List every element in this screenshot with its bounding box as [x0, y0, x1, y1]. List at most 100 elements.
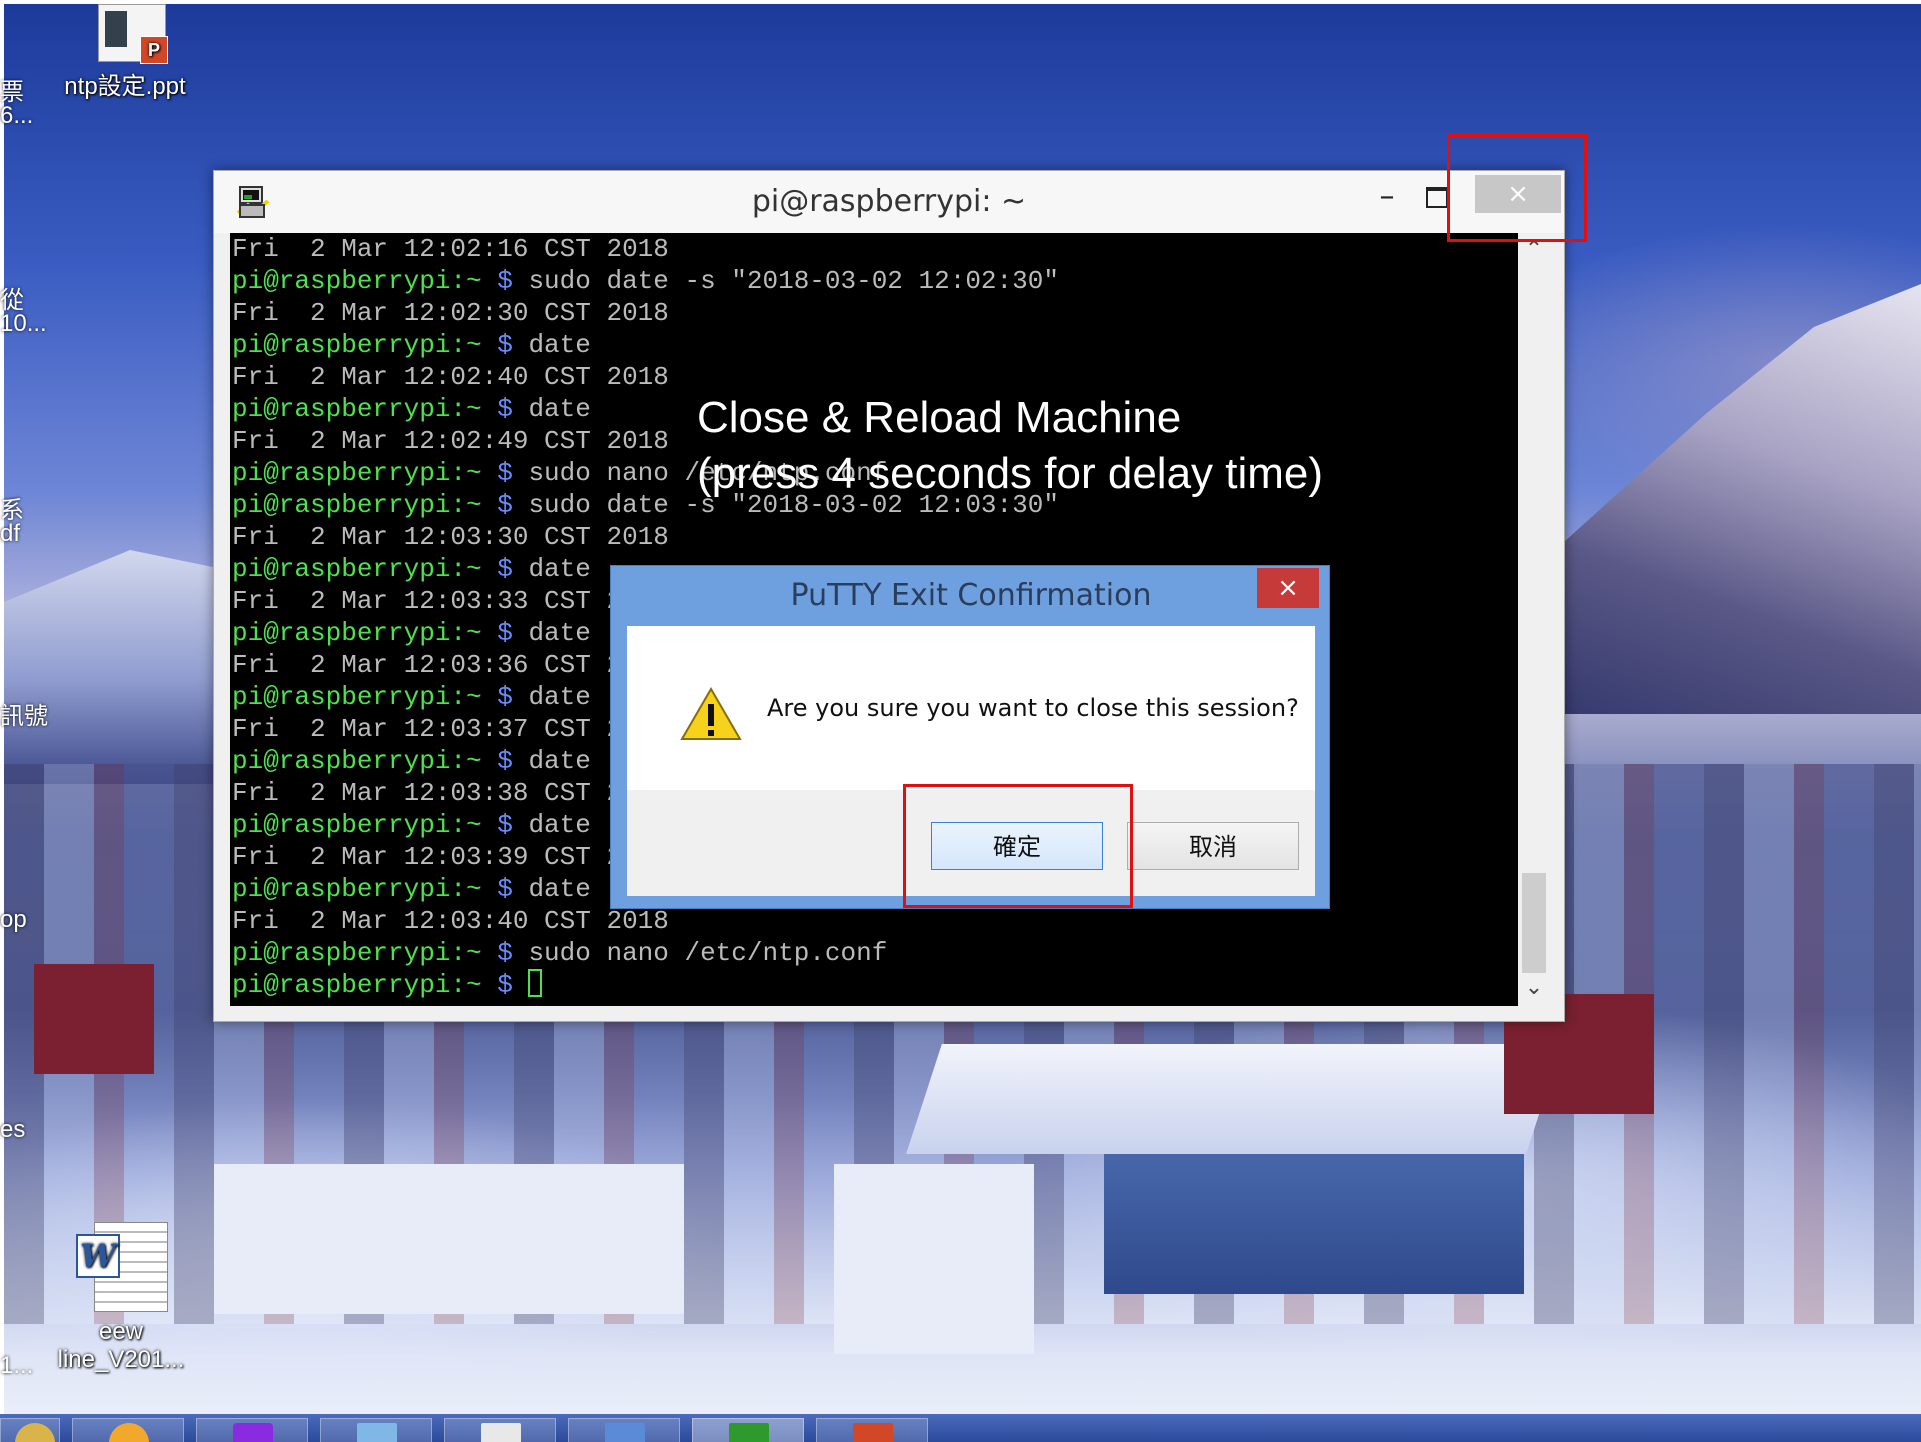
prompt-symbol: $ — [481, 874, 529, 904]
terminal-scrollbar[interactable]: ⌃ ⌄ — [1519, 233, 1549, 1006]
terminal-output-text: Fri 2 Mar 12:03:33 CST 2018 — [232, 586, 669, 616]
warning-icon — [680, 687, 742, 740]
dialog-close-button[interactable]: × — [1257, 568, 1319, 608]
window-title: pi@raspberrypi: ~ — [751, 184, 1027, 219]
shell-command: date — [528, 810, 591, 840]
taskbar-item-powerpoint[interactable] — [816, 1418, 928, 1442]
tutorial-annotation: Close & Reload Machine (press 4 seconds … — [697, 390, 1323, 502]
terminal-cursor — [528, 969, 543, 997]
shell-command: date — [528, 330, 591, 360]
terminal-output-text: Fri 2 Mar 12:03:39 CST 2018 — [232, 842, 669, 872]
taskbar — [0, 1414, 1921, 1442]
app-icon — [357, 1423, 397, 1442]
prompt-symbol: $ — [481, 490, 529, 520]
taskbar-item-app[interactable] — [72, 1418, 184, 1442]
shell-prompt: pi@raspberrypi:~ — [232, 394, 482, 424]
app-icon — [605, 1423, 645, 1442]
shell-prompt: pi@raspberrypi:~ — [232, 266, 482, 296]
taskbar-item-app[interactable] — [196, 1418, 308, 1442]
putty-titlebar[interactable]: pi@raspberrypi: ~ – × — [214, 171, 1564, 233]
shell-prompt: pi@raspberrypi:~ — [232, 330, 482, 360]
word-file-icon: W — [76, 1222, 168, 1312]
shell-prompt: pi@raspberrypi:~ — [232, 490, 482, 520]
terminal-line: pi@raspberrypi:~ $ sudo date -s "2018-03… — [230, 265, 1518, 297]
prompt-symbol: $ — [481, 554, 529, 584]
shell-command: date — [528, 746, 591, 776]
desktop-icon-label-fragment: es — [0, 1116, 26, 1143]
prompt-symbol: $ — [481, 330, 529, 360]
prompt-symbol: $ — [481, 394, 529, 424]
terminal-line: pi@raspberrypi:~ $ sudo nano /etc/ntp.co… — [230, 937, 1518, 969]
dialog-message: Are you sure you want to close this sess… — [767, 694, 1299, 722]
terminal-line: Fri 2 Mar 12:02:16 CST 2018 — [230, 233, 1518, 265]
terminal-output-text: Fri 2 Mar 12:03:30 CST 2018 — [232, 522, 669, 552]
annotation-line: (press 4 seconds for delay time) — [697, 449, 1324, 498]
terminal-output-text: Fri 2 Mar 12:03:37 CST 2018 — [232, 714, 669, 744]
terminal-output-text: Fri 2 Mar 12:02:49 CST 2018 — [232, 426, 669, 456]
minimize-button[interactable]: – — [1364, 177, 1410, 217]
prompt-symbol: $ — [481, 810, 529, 840]
terminal-line: pi@raspberrypi:~ $ — [230, 969, 1518, 1001]
putty-icon — [729, 1423, 769, 1442]
desktop-icon-label-fragment: 訊號 — [0, 703, 48, 730]
prompt-symbol: $ — [481, 618, 529, 648]
dialog-title: PuTTY Exit Confirmation — [790, 578, 1152, 613]
taskbar-item-explorer[interactable] — [0, 1418, 60, 1442]
shell-prompt: pi@raspberrypi:~ — [232, 970, 482, 1000]
desktop-icon-label-fragment: 6... — [0, 102, 34, 129]
chevron-down-icon[interactable]: ⌄ — [1519, 975, 1549, 1003]
taskbar-item-app[interactable] — [568, 1418, 680, 1442]
terminal-line: pi@raspberrypi:~ $ date — [230, 329, 1518, 361]
shell-prompt: pi@raspberrypi:~ — [232, 618, 482, 648]
desktop-icon-label-fragment: 10... — [0, 310, 47, 337]
app-icon — [233, 1423, 273, 1442]
app-icon — [481, 1423, 521, 1442]
terminal-output-text: Fri 2 Mar 12:02:16 CST 2018 — [232, 234, 669, 264]
prompt-symbol: $ — [481, 970, 529, 1000]
desktop-icon-label: line_V201... — [57, 1346, 185, 1373]
shell-command: date — [528, 618, 591, 648]
folder-icon — [15, 1423, 55, 1442]
desktop-icon-label-fragment: df — [0, 520, 21, 547]
prompt-symbol: $ — [481, 266, 529, 296]
annotation-line: Close & Reload Machine — [697, 393, 1182, 442]
cancel-button[interactable]: 取消 — [1127, 822, 1299, 870]
shell-command: date — [528, 554, 591, 584]
scroll-thumb[interactable] — [1522, 873, 1546, 973]
taskbar-item-app[interactable] — [444, 1418, 556, 1442]
terminal-output-text: Fri 2 Mar 12:03:40 CST 2018 — [232, 906, 669, 936]
snow-mound — [214, 1164, 684, 1314]
prompt-symbol: $ — [481, 746, 529, 776]
powerpoint-icon — [853, 1423, 893, 1442]
prompt-symbol: $ — [481, 938, 529, 968]
shell-command: date — [528, 394, 591, 424]
terminal-line: Fri 2 Mar 12:03:30 CST 2018 — [230, 521, 1518, 553]
desktop-icon-label-fragment: 1... — [0, 1352, 34, 1379]
shell-prompt: pi@raspberrypi:~ — [232, 810, 482, 840]
shell-command: sudo date -s "2018-03-02 12:02:30" — [528, 266, 1059, 296]
prompt-symbol: $ — [481, 458, 529, 488]
desktop-icon-label-fragment: op — [0, 906, 27, 933]
terminal-output-text: Fri 2 Mar 12:03:36 CST 2018 — [232, 650, 669, 680]
taskbar-item-app[interactable] — [320, 1418, 432, 1442]
shell-prompt: pi@raspberrypi:~ — [232, 458, 482, 488]
snow-roof — [906, 1044, 1562, 1154]
shell-prompt: pi@raspberrypi:~ — [232, 682, 482, 712]
desktop-icon-label: eew — [98, 1318, 144, 1345]
highlight-box-close — [1447, 134, 1587, 242]
terminal-line: Fri 2 Mar 12:02:40 CST 2018 — [230, 361, 1518, 393]
shell-command: sudo nano /etc/ntp.conf — [528, 938, 888, 968]
desktop-icon-word[interactable]: W eew line_V201... — [56, 1222, 186, 1374]
house — [834, 1164, 1034, 1354]
shell-prompt: pi@raspberrypi:~ — [232, 746, 482, 776]
prompt-symbol: $ — [481, 682, 529, 712]
terminal-output-text: Fri 2 Mar 12:02:40 CST 2018 — [232, 362, 669, 392]
terminal-output-text: Fri 2 Mar 12:03:38 CST 2018 — [232, 778, 669, 808]
mountain-scenery — [1564, 284, 1921, 714]
shell-prompt: pi@raspberrypi:~ — [232, 938, 482, 968]
app-icon — [109, 1423, 149, 1442]
terminal-line: Fri 2 Mar 12:03:40 CST 2018 — [230, 905, 1518, 937]
shell-command: date — [528, 874, 591, 904]
taskbar-item-putty[interactable] — [692, 1418, 804, 1442]
desktop-icon-ppt[interactable]: P ntp設定.ppt — [50, 4, 200, 101]
